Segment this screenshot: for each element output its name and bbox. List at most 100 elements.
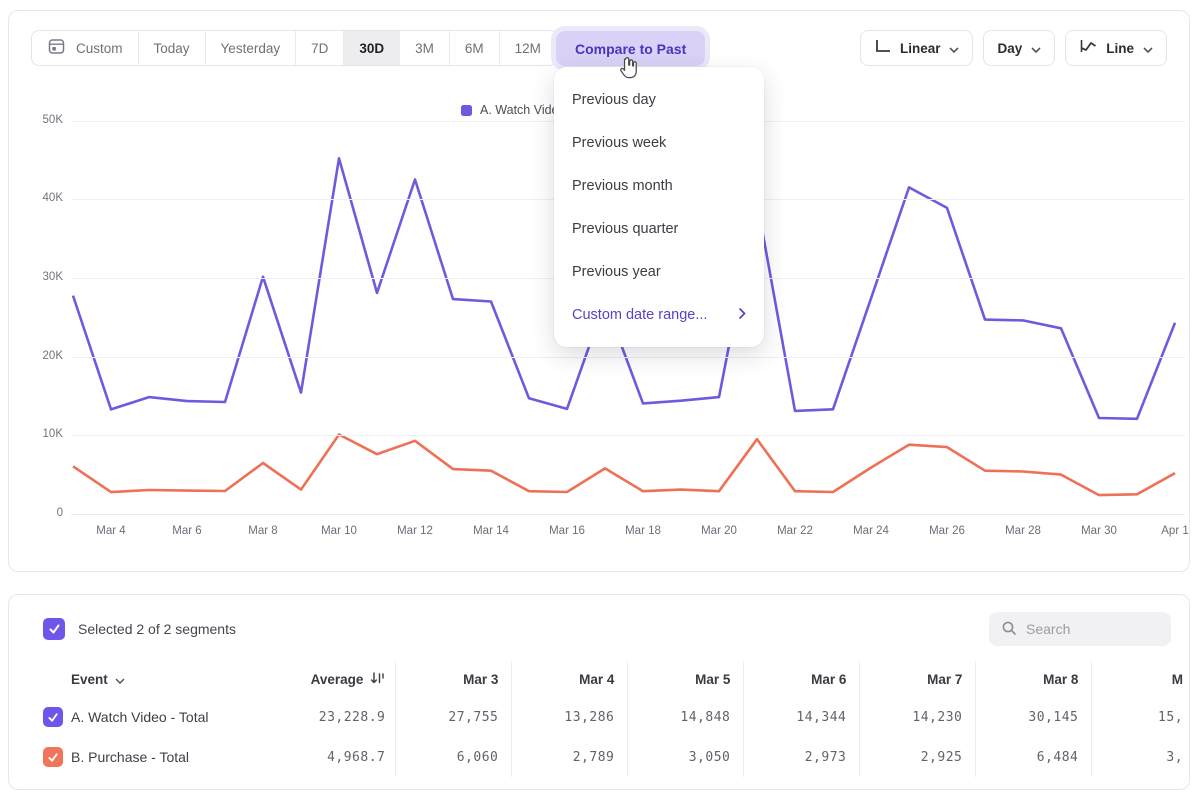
date-range-yesterday[interactable]: Yesterday (206, 31, 297, 65)
column-header-mar-7[interactable]: Mar 7 (860, 661, 976, 697)
cell-value: 6,060 (457, 750, 499, 765)
chart-panel: Custom Today Yesterday 7D 30D 3M 6M 12M Compare… (8, 10, 1190, 572)
date-range-30d[interactable]: 30D (344, 31, 400, 65)
column-header-average[interactable]: Average (276, 661, 396, 697)
x-axis-label: Mar 8 (231, 525, 295, 537)
x-axis-label: Mar 30 (1067, 525, 1131, 537)
select-all-checkbox[interactable] (43, 618, 65, 640)
date-range-label: 30D (359, 41, 384, 56)
segment-checkbox[interactable] (43, 707, 63, 727)
scale-dropdown-button[interactable]: Linear (860, 30, 974, 66)
date-header-label: Mar 6 (811, 672, 846, 687)
event-cell: A. Watch Video - Total (9, 697, 276, 737)
value-cell: 2,789 (512, 737, 628, 777)
menu-item-previous-week[interactable]: Previous week (554, 121, 764, 164)
event-cell: B. Purchase - Total (9, 737, 276, 777)
search-placeholder: Search (1026, 621, 1070, 637)
date-range-today[interactable]: Today (139, 31, 206, 65)
compare-to-past-menu: Previous day Previous week Previous month P… (554, 67, 764, 347)
x-axis-label: Mar 22 (763, 525, 827, 537)
x-axis-label: Mar 26 (915, 525, 979, 537)
segments-table: Event Average Mar 3Mar 4Mar 5 Mar 6 Mar 7Mar… (9, 661, 1190, 777)
cell-value: 13,286 (564, 710, 614, 725)
granularity-dropdown-button[interactable]: Day (983, 30, 1055, 66)
x-axis-label: Mar 12 (383, 525, 447, 537)
x-axis-label: Mar 18 (611, 525, 675, 537)
cell-value: 3,050 (689, 750, 731, 765)
x-axis-label: Apr 1 (1143, 525, 1200, 537)
cell-value: 30,145 (1028, 710, 1078, 725)
menu-item-previous-year[interactable]: Previous year (554, 250, 764, 293)
chevron-right-icon (739, 307, 746, 323)
y-axis-label: 40K (23, 192, 63, 204)
x-axis-label: Mar 14 (459, 525, 523, 537)
axes-icon (874, 39, 891, 57)
scale-label: Linear (900, 41, 941, 56)
value-cell: 2,973 (744, 737, 860, 777)
table-row: B. Purchase - Total 4,968.7 6,060 2,789 3,05… (9, 737, 1190, 777)
date-range-12m[interactable]: 12M (500, 31, 556, 65)
cell-value: 2,925 (921, 750, 963, 765)
menu-item-previous-quarter[interactable]: Previous quarter (554, 207, 764, 250)
value-cell: 14,848 (628, 697, 744, 737)
menu-item-previous-month[interactable]: Previous month (554, 164, 764, 207)
menu-item-label: Custom date range... (572, 307, 707, 323)
cell-value: 15, (1158, 710, 1183, 725)
segments-summary: Selected 2 of 2 segments (43, 618, 236, 640)
value-cell: 13,286 (512, 697, 628, 737)
average-header-text: Average (311, 672, 364, 687)
y-axis-label: 10K (23, 428, 63, 440)
date-range-label: 7D (311, 41, 328, 56)
average-cell: 23,228.9 (276, 697, 396, 737)
value-cell: 6,484 (976, 737, 1092, 777)
gridline-20K (71, 357, 1185, 358)
table-row: A. Watch Video - Total23,228.927,75513,2… (9, 697, 1190, 737)
value-cell: 30,145 (976, 697, 1092, 737)
segment-checkbox[interactable] (43, 747, 63, 767)
menu-item-previous-day[interactable]: Previous day (554, 78, 764, 121)
search-icon (1001, 620, 1017, 639)
series-line-b-purchase (73, 435, 1175, 496)
menu-item-label: Previous day (572, 92, 656, 108)
date-range-3m[interactable]: 3M (400, 31, 450, 65)
column-header-event[interactable]: Event (9, 661, 276, 697)
date-range-custom[interactable]: Custom (32, 31, 139, 65)
column-header-mar-3[interactable]: Mar 3 (396, 661, 512, 697)
column-header-mar-5[interactable]: Mar 5 (628, 661, 744, 697)
column-header-m[interactable]: M (1092, 661, 1190, 697)
average-value: 4,968.7 (327, 750, 385, 765)
event-header-label: Event (71, 672, 125, 687)
date-range-label: Today (154, 41, 190, 56)
x-axis-label: Mar 4 (79, 525, 143, 537)
date-range-6m[interactable]: 6M (450, 31, 500, 65)
y-axis-label: 20K (23, 350, 63, 362)
date-range-label: Custom (76, 41, 123, 56)
x-axis-label: Mar 16 (535, 525, 599, 537)
x-axis-label: Mar 10 (307, 525, 371, 537)
chart-type-dropdown-button[interactable]: Line (1065, 30, 1167, 66)
x-axis-label: Mar 6 (155, 525, 219, 537)
chart-tools: Linear Day Line (860, 30, 1167, 66)
average-header-label: Average (311, 671, 386, 688)
value-cell: 2,925 (860, 737, 976, 777)
line-chart-icon (1079, 39, 1097, 57)
menu-item-custom-date-range[interactable]: Custom date range... (554, 293, 764, 336)
date-range-label: Yesterday (221, 41, 281, 56)
column-header-mar-6[interactable]: Mar 6 (744, 661, 860, 697)
column-header-mar-4[interactable]: Mar 4 (512, 661, 628, 697)
date-range-7d[interactable]: 7D (296, 31, 344, 65)
compare-to-past-button[interactable]: Compare to Past (556, 31, 705, 66)
menu-item-label: Previous month (572, 178, 673, 194)
cell-value: 14,848 (680, 710, 730, 725)
chevron-down-icon (1031, 41, 1041, 56)
column-header-mar-8[interactable]: Mar 8 (976, 661, 1092, 697)
legend-item: A. Watch Video (461, 103, 565, 117)
granularity-label: Day (997, 41, 1022, 56)
cell-value: 14,230 (912, 710, 962, 725)
y-axis-label: 30K (23, 271, 63, 283)
search-input[interactable]: Search (989, 612, 1171, 646)
date-range-label: 6M (465, 41, 484, 56)
sort-descending-icon (370, 671, 385, 688)
cell-value: 2,789 (573, 750, 615, 765)
value-cell: 3, (1092, 737, 1190, 777)
